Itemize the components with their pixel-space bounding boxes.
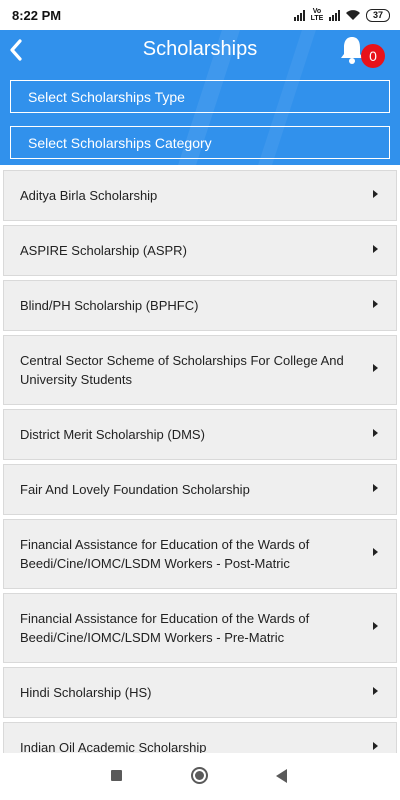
list-item-label: Hindi Scholarship (HS) xyxy=(20,685,152,700)
select-scholarship-category[interactable]: Select Scholarships Category xyxy=(10,126,390,159)
status-icons: Vo LTE 37 xyxy=(294,8,390,22)
chevron-right-icon xyxy=(373,741,378,750)
chevron-right-icon xyxy=(373,189,378,198)
battery-icon: 37 xyxy=(366,8,390,22)
scholarship-list: Aditya Birla Scholarship ASPIRE Scholars… xyxy=(0,165,400,753)
list-item[interactable]: Financial Assistance for Education of th… xyxy=(3,519,397,589)
notification-count-badge: 0 xyxy=(361,44,385,68)
chevron-right-icon xyxy=(373,299,378,308)
list-item-label: ASPIRE Scholarship (ASPR) xyxy=(20,243,187,258)
chevron-right-icon xyxy=(373,686,378,695)
triangle-back-icon[interactable] xyxy=(276,769,287,783)
list-item-label: District Merit Scholarship (DMS) xyxy=(20,427,205,442)
chevron-right-icon xyxy=(373,428,378,437)
list-item-label: Indian Oil Academic Scholarship xyxy=(20,740,207,753)
list-item[interactable]: Hindi Scholarship (HS) xyxy=(3,667,397,718)
signal-icon-2 xyxy=(329,9,340,21)
list-item[interactable]: ASPIRE Scholarship (ASPR) xyxy=(3,225,397,276)
select-scholarship-type[interactable]: Select Scholarships Type xyxy=(10,80,390,113)
battery-level: 37 xyxy=(372,10,383,20)
wifi-icon xyxy=(346,10,360,20)
list-item[interactable]: Indian Oil Academic Scholarship xyxy=(3,722,397,753)
status-time: 8:22 PM xyxy=(12,7,62,23)
notifications-button[interactable]: 0 xyxy=(337,33,389,69)
chevron-right-icon xyxy=(373,244,378,253)
list-item[interactable]: Fair And Lovely Foundation Scholarship xyxy=(3,464,397,515)
list-item[interactable]: Central Sector Scheme of Scholarships Fo… xyxy=(3,335,397,405)
status-bar: 8:22 PM Vo LTE 37 xyxy=(0,0,400,30)
list-item-label: Fair And Lovely Foundation Scholarship xyxy=(20,482,250,497)
signal-icon xyxy=(294,9,305,21)
list-item-label: Financial Assistance for Education of th… xyxy=(20,611,310,645)
square-icon[interactable] xyxy=(111,770,122,781)
app-header: Scholarships 0 Select Scholarships Type … xyxy=(0,30,400,165)
chevron-right-icon xyxy=(373,483,378,492)
volte-label: Vo LTE xyxy=(310,8,324,22)
list-item-label: Aditya Birla Scholarship xyxy=(20,188,158,203)
list-item-label: Blind/PH Scholarship (BPHFC) xyxy=(20,298,199,313)
chevron-right-icon xyxy=(373,622,378,630)
list-item-label: Financial Assistance for Education of th… xyxy=(20,537,310,571)
list-item[interactable]: District Merit Scholarship (DMS) xyxy=(3,409,397,460)
list-item-label: Central Sector Scheme of Scholarships Fo… xyxy=(20,353,344,387)
list-item[interactable]: Aditya Birla Scholarship xyxy=(3,170,397,221)
circle-icon[interactable] xyxy=(191,767,208,784)
chevron-right-icon xyxy=(373,548,378,556)
chevron-right-icon xyxy=(373,364,378,372)
list-item[interactable]: Blind/PH Scholarship (BPHFC) xyxy=(3,280,397,331)
system-nav-bar xyxy=(0,753,400,800)
list-item[interactable]: Financial Assistance for Education of th… xyxy=(3,593,397,663)
